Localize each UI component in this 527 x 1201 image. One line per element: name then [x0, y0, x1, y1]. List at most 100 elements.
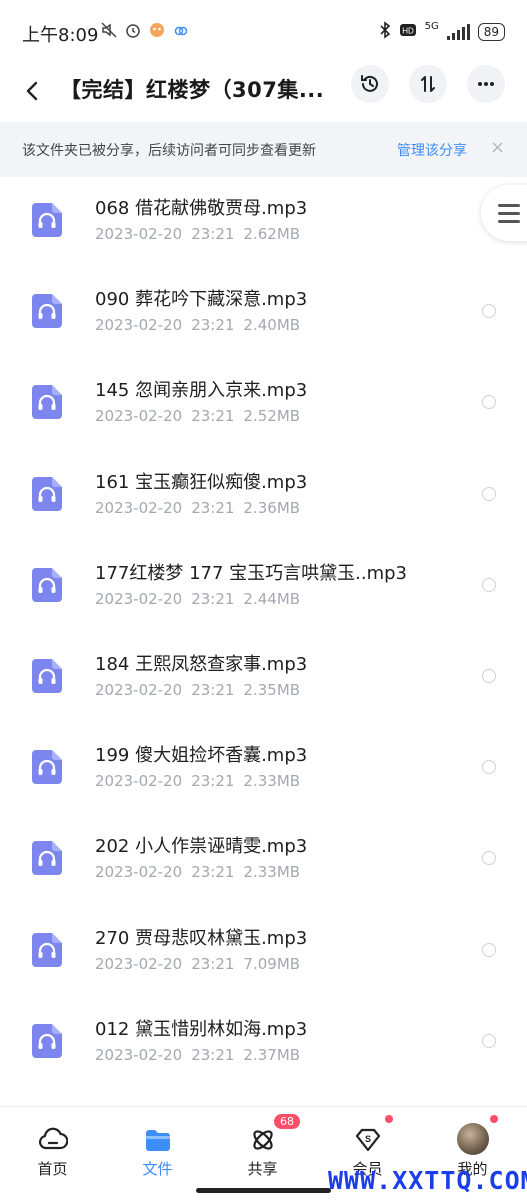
- back-button[interactable]: [18, 76, 48, 106]
- mine-dot: [490, 1115, 498, 1123]
- file-size: 2.62MB: [243, 225, 301, 243]
- status-time: 上午8:09: [22, 25, 99, 46]
- svg-text:S: S: [364, 1134, 370, 1144]
- avatar: [456, 1123, 489, 1155]
- nav-share[interactable]: 68 共享: [210, 1107, 315, 1197]
- file-select-checkbox[interactable]: [482, 577, 496, 592]
- file-row[interactable]: 145 忽闻亲朋入京来.mp3 2023-02-20 23:21 2.52MB: [0, 360, 527, 451]
- nav-home-label: 首页: [37, 1160, 68, 1178]
- file-meta: 2023-02-20 23:21 2.37MB: [95, 1046, 309, 1064]
- battery-icon: 89: [477, 23, 505, 41]
- top-bar: 【完结】红楼梦（307集...: [0, 62, 527, 120]
- nav-home[interactable]: 首页: [0, 1107, 105, 1197]
- status-right-icons: HD 5G 89: [379, 21, 505, 43]
- alarm-icon: [124, 21, 142, 43]
- file-date: 2023-02-20: [95, 772, 183, 791]
- file-select-checkbox[interactable]: [482, 760, 496, 775]
- file-date: 2023-02-20: [95, 863, 183, 882]
- sort-button[interactable]: [409, 65, 447, 103]
- network-label: 5G: [424, 20, 439, 32]
- file-meta: 2023-02-20 23:21 2.33MB: [95, 863, 309, 881]
- file-row[interactable]: 177红楼梦 177 宝玉巧言哄黛玉..mp3 2023-02-20 23:21 2…: [0, 543, 527, 634]
- signal-icon: [446, 24, 470, 40]
- file-row[interactable]: 184 王熙凤怒查家事.mp3 2023-02-20 23:21 2.35MB: [0, 634, 527, 725]
- file-date: 2023-02-20: [95, 407, 183, 426]
- member-diamond-icon: S: [355, 1128, 380, 1152]
- file-select-checkbox[interactable]: [482, 851, 496, 866]
- app-notification-icon: [148, 21, 166, 43]
- audio-file-icon: [32, 841, 62, 876]
- file-name: 090 葬花吟下藏深意.mp3: [95, 289, 308, 311]
- file-name: 161 宝玉癫狂似痴傻.mp3: [95, 471, 308, 493]
- more-button[interactable]: [467, 65, 505, 103]
- file-size: 2.40MB: [243, 316, 301, 335]
- cloud-notification-icon: [172, 21, 190, 43]
- audio-file-icon: [32, 932, 62, 967]
- file-select-checkbox[interactable]: [482, 395, 496, 410]
- nav-share-label: 共享: [247, 1160, 278, 1178]
- more-icon: [478, 82, 494, 86]
- file-meta: 2023-02-20 23:21 2.52MB: [95, 407, 309, 425]
- share-banner-text: 该文件夹已被分享，后续访问者可同步查看更新: [22, 143, 316, 159]
- file-list: 068 借花献佛敬贾母.mp3 2023-02-20 23:21 2.62MB 09…: [0, 178, 527, 1090]
- file-select-checkbox[interactable]: [482, 942, 496, 957]
- file-name: 177红楼梦 177 宝玉巧言哄黛玉..mp3: [95, 562, 408, 584]
- file-size: 2.44MB: [243, 589, 301, 608]
- file-date: 2023-02-20: [95, 498, 183, 517]
- file-row[interactable]: 270 贾母悲叹林黛玉.mp3 2023-02-20 23:21 7.09MB: [0, 908, 527, 999]
- file-meta: 2023-02-20 23:21 2.33MB: [95, 772, 309, 790]
- manage-share-link[interactable]: 管理该分享: [397, 140, 467, 160]
- nav-files-label: 文件: [142, 1160, 173, 1178]
- file-name: 068 借花献佛敬贾母.mp3: [95, 198, 308, 219]
- bluetooth-icon: [379, 21, 391, 43]
- svg-text:HD: HD: [402, 27, 414, 36]
- file-time: 23:21: [191, 863, 235, 882]
- page-title: 【完结】红楼梦（307集...: [60, 78, 325, 102]
- share-atom-icon: [252, 1130, 273, 1150]
- file-row[interactable]: 161 宝玉癫狂似痴傻.mp3 2023-02-20 23:21 2.36MB: [0, 452, 527, 543]
- audio-file-icon: [32, 750, 62, 785]
- file-row[interactable]: 068 借花献佛敬贾母.mp3 2023-02-20 23:21 2.62MB: [0, 178, 527, 269]
- file-meta: 2023-02-20 23:21 2.40MB: [95, 316, 309, 334]
- file-meta: 2023-02-20 23:21 7.09MB: [95, 955, 309, 973]
- hd-icon: HD: [399, 22, 417, 42]
- file-size: 2.35MB: [243, 680, 301, 699]
- file-size: 2.33MB: [243, 863, 301, 882]
- file-date: 2023-02-20: [95, 316, 183, 335]
- file-time: 23:21: [191, 772, 235, 791]
- file-select-checkbox[interactable]: [482, 486, 496, 501]
- file-name: 184 王熙凤怒查家事.mp3: [95, 653, 308, 675]
- file-size: 2.37MB: [243, 1045, 301, 1064]
- audio-file-icon: [32, 1023, 62, 1058]
- file-name: 012 黛玉惜别林如海.mp3: [95, 1018, 308, 1040]
- file-date: 2023-02-20: [95, 589, 183, 608]
- home-cloud-icon: [38, 1127, 68, 1150]
- file-row[interactable]: 202 小人作祟诬晴雯.mp3 2023-02-20 23:21 2.33MB: [0, 816, 527, 907]
- file-size: 2.33MB: [243, 772, 301, 791]
- file-meta: 2023-02-20 23:21 2.36MB: [95, 499, 309, 517]
- file-select-checkbox[interactable]: [482, 1033, 496, 1048]
- close-banner-button[interactable]: ×: [490, 137, 505, 158]
- file-row[interactable]: 090 葬花吟下藏深意.mp3 2023-02-20 23:21 2.40MB: [0, 269, 527, 360]
- status-bar: 上午8:09 HD 5G 89: [0, 0, 527, 62]
- share-banner: 该文件夹已被分享，后续访问者可同步查看更新 管理该分享 ×: [0, 122, 527, 177]
- file-row[interactable]: 199 傻大姐捡坏香囊.mp3 2023-02-20 23:21 2.33MB: [0, 725, 527, 816]
- file-name: 145 忽闻亲朋入京来.mp3: [95, 380, 308, 402]
- file-meta: 2023-02-20 23:21 2.35MB: [95, 681, 309, 699]
- file-select-checkbox[interactable]: [482, 304, 496, 319]
- file-time: 23:21: [191, 589, 235, 608]
- home-indicator: [196, 1188, 331, 1193]
- file-date: 2023-02-20: [95, 225, 183, 243]
- nav-files[interactable]: 文件: [105, 1107, 210, 1197]
- file-row[interactable]: 012 黛玉惜别林如海.mp3 2023-02-20 23:21 2.37MB: [0, 999, 527, 1090]
- audio-file-icon: [32, 476, 62, 511]
- member-dot: [385, 1115, 393, 1123]
- history-icon: [361, 75, 378, 92]
- history-button[interactable]: [351, 65, 389, 103]
- file-size: 2.36MB: [243, 498, 301, 517]
- file-select-checkbox[interactable]: [482, 668, 496, 683]
- file-meta: 2023-02-20 23:21 2.44MB: [95, 590, 309, 608]
- file-time: 23:21: [191, 407, 235, 426]
- file-time: 23:21: [191, 498, 235, 517]
- file-meta: 2023-02-20 23:21 2.62MB: [95, 225, 309, 243]
